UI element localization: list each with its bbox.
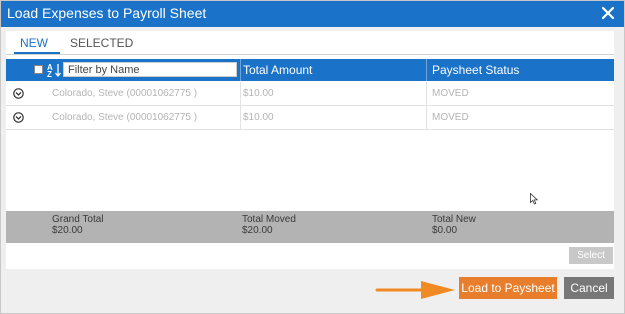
paysheet-status: MOVED — [432, 112, 469, 123]
total-new: Total New $0.00 — [432, 214, 476, 236]
tab-new[interactable]: NEW — [20, 36, 48, 50]
totals-bar: Grand Total $20.00 Total Moved $20.00 To… — [6, 211, 614, 243]
expand-chevron-icon[interactable] — [13, 88, 24, 99]
select-button[interactable]: Select — [569, 247, 613, 264]
total-moved-value: $20.00 — [242, 225, 273, 236]
svg-text:Z: Z — [47, 70, 52, 78]
select-all-checkbox[interactable] — [34, 65, 43, 74]
total-amount: $10.00 — [243, 112, 274, 123]
grand-total: Grand Total $20.00 — [52, 214, 104, 236]
load-expenses-dialog: Load Expenses to Payroll Sheet NEW SELEC… — [0, 0, 625, 314]
dialog-titlebar: Load Expenses to Payroll Sheet — [1, 1, 624, 27]
total-moved: Total Moved $20.00 — [242, 214, 296, 236]
cell-divider — [426, 82, 427, 105]
tab-bar: NEW SELECTED — [6, 31, 614, 55]
employee-name: Colorado, Steve (00001062775 ) — [52, 88, 198, 99]
column-divider — [426, 59, 427, 81]
table-row[interactable]: Colorado, Steve (00001062775 ) $10.00 MO… — [6, 82, 614, 106]
paysheet-status: MOVED — [432, 88, 469, 99]
column-divider — [240, 59, 241, 81]
cell-divider — [240, 82, 241, 105]
grand-total-value: $20.00 — [52, 225, 83, 236]
dialog-title: Load Expenses to Payroll Sheet — [7, 5, 207, 21]
expand-chevron-icon[interactable] — [13, 112, 24, 123]
table-row[interactable]: Colorado, Steve (00001062775 ) $10.00 MO… — [6, 106, 614, 130]
expenses-panel: NEW SELECTED A Z Total Amount Paysheet S… — [6, 31, 614, 269]
cancel-button[interactable]: Cancel — [564, 277, 614, 299]
cell-divider — [426, 106, 427, 129]
close-icon[interactable] — [600, 4, 616, 22]
total-moved-label: Total Moved — [242, 214, 296, 225]
employee-name: Colorado, Steve (00001062775 ) — [52, 112, 198, 123]
total-new-label: Total New — [432, 214, 476, 225]
total-new-value: $0.00 — [432, 225, 458, 236]
mouse-cursor-icon — [530, 193, 538, 205]
grand-total-label: Grand Total — [52, 214, 104, 225]
load-to-paysheet-button[interactable]: Load to Paysheet — [459, 277, 557, 299]
table-header: A Z Total Amount Paysheet Status — [6, 59, 614, 81]
total-amount: $10.00 — [243, 88, 274, 99]
column-header-total-amount[interactable]: Total Amount — [243, 63, 312, 77]
tab-selected[interactable]: SELECTED — [70, 36, 133, 50]
column-header-paysheet-status[interactable]: Paysheet Status — [432, 63, 519, 77]
active-tab-indicator — [14, 52, 60, 54]
filter-name-input[interactable] — [63, 62, 237, 77]
sort-az-icon[interactable]: A Z — [47, 62, 61, 78]
cell-divider — [240, 106, 241, 129]
arrow-pointer-icon — [375, 281, 455, 299]
